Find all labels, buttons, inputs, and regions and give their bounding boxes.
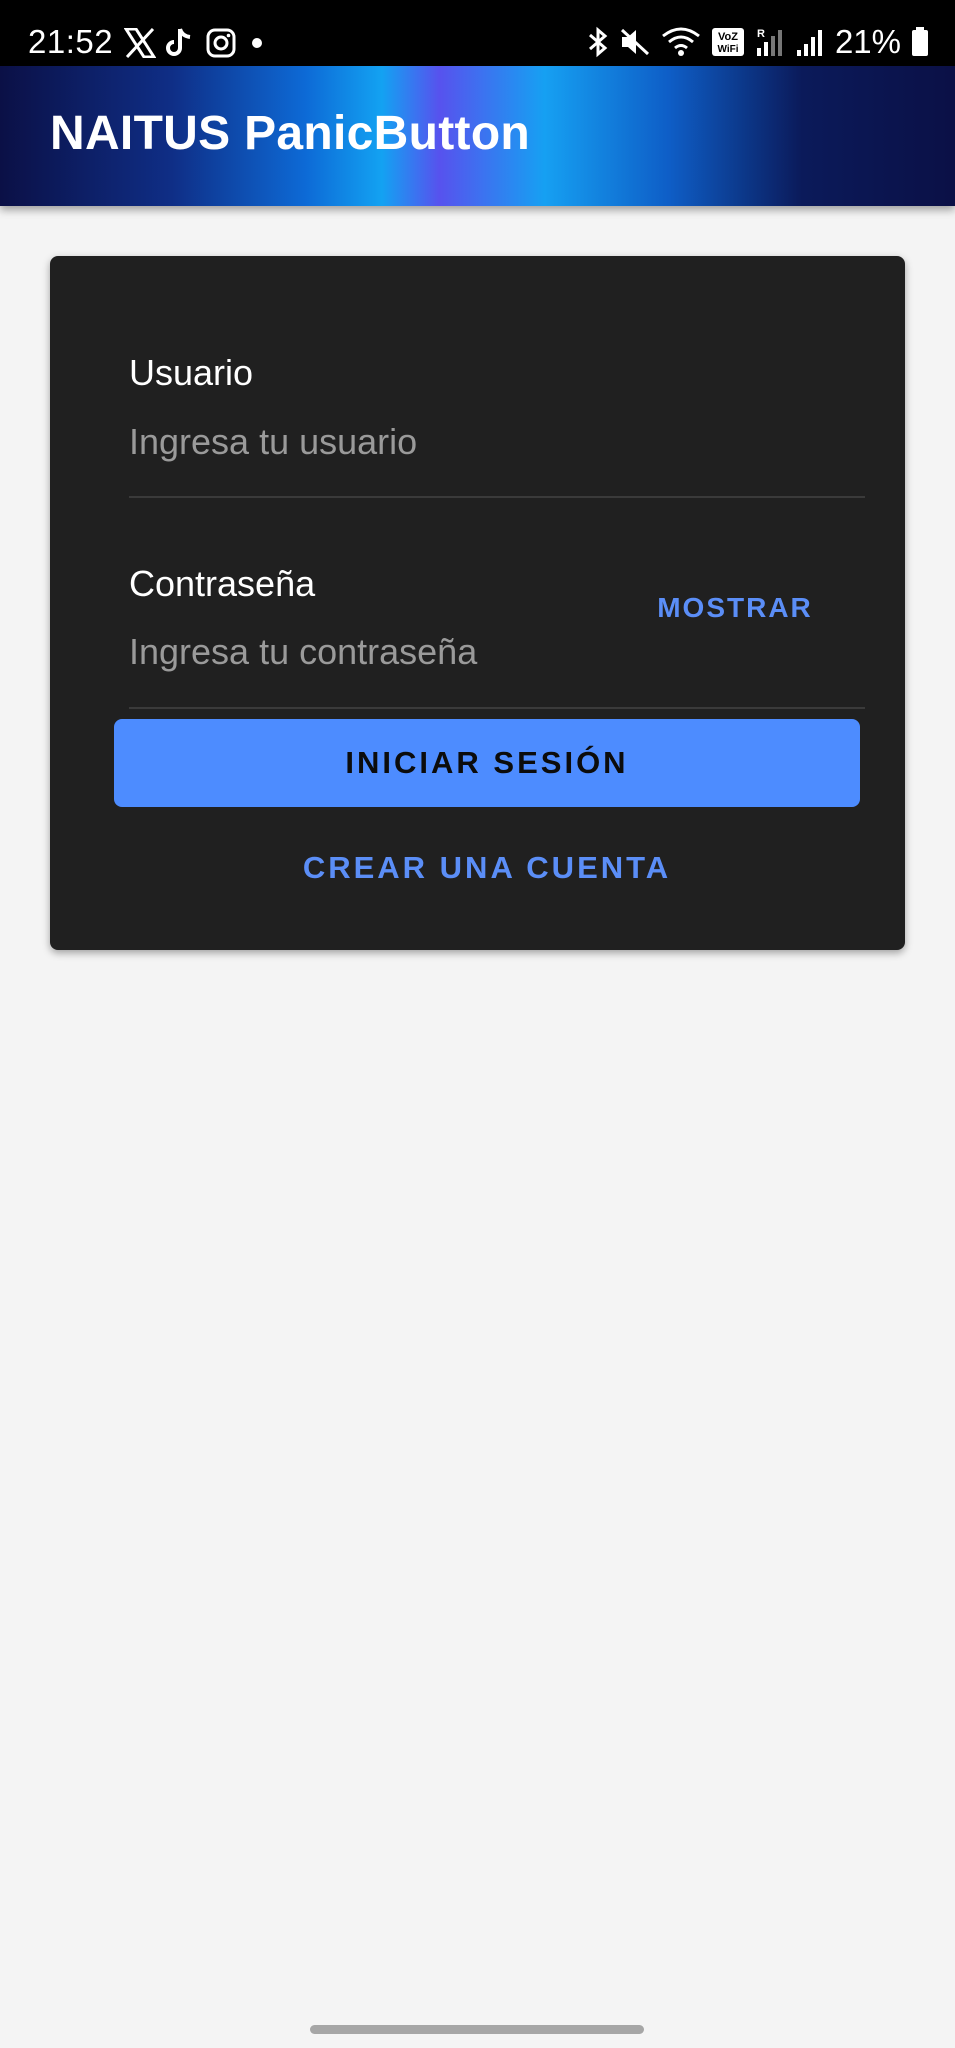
status-right-icons: VoZ WiFi R 21% (587, 22, 929, 62)
wifi-icon (661, 26, 701, 58)
login-button[interactable]: INICIAR SESIÓN (114, 719, 860, 807)
username-label: Usuario (129, 352, 254, 393)
create-account-link[interactable]: CREAR UNA CUENTA (114, 838, 860, 898)
app-title: NAITUS PanicButton (50, 107, 531, 160)
status-left-icons (124, 23, 268, 63)
battery-percent: 21% (834, 23, 901, 60)
status-time: 21:52 (28, 23, 114, 60)
username-divider (129, 496, 865, 498)
signal-icon (795, 26, 825, 58)
username-input[interactable] (129, 418, 864, 466)
login-card: Usuario Contraseña MOSTRAR INICIAR SESIÓ… (50, 256, 905, 950)
status-bar: 21:52 VoZ WiFi R 21% (0, 0, 955, 66)
show-password-button[interactable]: MOSTRAR (650, 584, 820, 632)
svg-text:R: R (757, 28, 765, 40)
battery-icon (911, 26, 929, 58)
x-icon (124, 28, 156, 58)
tiktok-icon (166, 27, 196, 59)
mute-icon (619, 27, 651, 57)
instagram-icon (206, 28, 236, 58)
app-bar: NAITUS PanicButton (0, 66, 955, 206)
password-label: Contraseña (129, 563, 316, 604)
svg-text:WiFi: WiFi (717, 44, 738, 55)
password-input[interactable] (129, 628, 864, 676)
bluetooth-icon (587, 26, 609, 58)
signal-roaming-icon: R (755, 26, 785, 58)
svg-text:VoZ: VoZ (718, 31, 738, 43)
notification-dot-icon (246, 28, 268, 58)
home-indicator[interactable] (310, 2025, 644, 2034)
password-divider (129, 707, 865, 709)
vowifi-icon: VoZ WiFi (711, 26, 745, 58)
